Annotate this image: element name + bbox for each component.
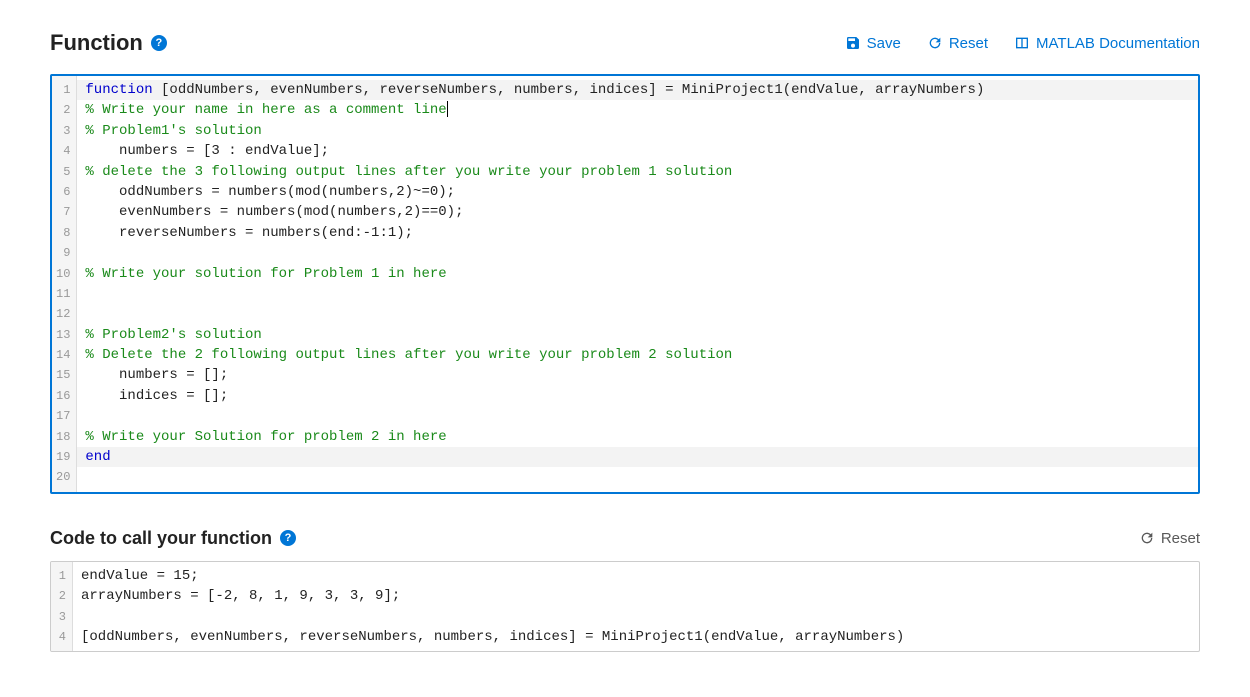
code-line[interactable]: numbers = []; <box>77 365 1198 385</box>
gutter-line-number: 18 <box>56 427 70 447</box>
code-token: [oddNumbers, evenNumbers, reverseNumbers… <box>153 82 985 98</box>
code-line[interactable]: % Write your name in here as a comment l… <box>77 100 1198 120</box>
code-line[interactable] <box>77 284 1198 304</box>
gutter-line-number: 4 <box>55 627 66 647</box>
code-line[interactable]: numbers = [3 : endValue]; <box>77 141 1198 161</box>
book-icon <box>1014 35 1030 51</box>
gutter-line-number: 1 <box>56 80 70 100</box>
help-icon[interactable]: ? <box>280 530 296 546</box>
call-title: Code to call your function <box>50 528 272 549</box>
code-token: % Write your name in here as a comment l… <box>85 102 446 118</box>
code-token: [oddNumbers, evenNumbers, reverseNumbers… <box>81 629 904 645</box>
gutter-line-number: 3 <box>56 121 70 141</box>
function-gutter: 1234567891011121314151617181920 <box>52 76 77 492</box>
code-line[interactable]: endValue = 15; <box>73 566 1199 586</box>
function-header: Function ? Save Reset MATLAB Documentati… <box>50 30 1200 56</box>
call-reset-button[interactable]: Reset <box>1139 530 1200 547</box>
reset-button[interactable]: Reset <box>927 35 988 52</box>
call-title-wrap: Code to call your function ? <box>50 528 296 549</box>
gutter-line-number: 16 <box>56 386 70 406</box>
code-line[interactable]: % Delete the 2 following output lines af… <box>77 345 1198 365</box>
call-header: Code to call your function ? Reset <box>50 528 1200 549</box>
code-token: numbers = []; <box>85 367 228 383</box>
code-token: % Write your Solution for problem 2 in h… <box>85 429 446 445</box>
gutter-line-number: 14 <box>56 345 70 365</box>
call-code-editor[interactable]: 1234 endValue = 15; arrayNumbers = [-2, 8… <box>50 561 1200 653</box>
code-line[interactable]: % Write your Solution for problem 2 in h… <box>77 427 1198 447</box>
reset-icon <box>927 35 943 51</box>
gutter-line-number: 12 <box>56 304 70 324</box>
code-line[interactable] <box>77 243 1198 263</box>
code-line[interactable]: arrayNumbers = [-2, 8, 1, 9, 3, 3, 9]; <box>73 586 1199 606</box>
code-line[interactable]: indices = []; <box>77 386 1198 406</box>
function-code-editor[interactable]: 1234567891011121314151617181920 function… <box>50 74 1200 494</box>
code-token: function <box>85 82 152 98</box>
code-line[interactable]: oddNumbers = numbers(mod(numbers,2)~=0); <box>77 182 1198 202</box>
gutter-line-number: 11 <box>56 284 70 304</box>
save-icon <box>845 35 861 51</box>
code-token: % Problem2's solution <box>85 327 261 343</box>
gutter-line-number: 5 <box>56 162 70 182</box>
gutter-line-number: 1 <box>55 566 66 586</box>
code-token: % Delete the 2 following output lines af… <box>85 347 732 363</box>
gutter-line-number: 3 <box>55 607 66 627</box>
code-token: indices = []; <box>85 388 228 404</box>
gutter-line-number: 2 <box>56 100 70 120</box>
code-line[interactable]: % delete the 3 following output lines af… <box>77 162 1198 182</box>
gutter-line-number: 7 <box>56 202 70 222</box>
function-actions: Save Reset MATLAB Documentation <box>845 35 1200 52</box>
gutter-line-number: 4 <box>56 141 70 161</box>
code-token: % Write your solution for Problem 1 in h… <box>85 266 446 282</box>
code-token: endValue = 15; <box>81 568 199 584</box>
gutter-line-number: 19 <box>56 447 70 467</box>
code-line[interactable]: end <box>77 447 1198 467</box>
gutter-line-number: 20 <box>56 467 70 487</box>
code-token: arrayNumbers = [-2, 8, 1, 9, 3, 3, 9]; <box>81 588 400 604</box>
save-label: Save <box>867 35 901 52</box>
code-line[interactable] <box>77 467 1198 487</box>
call-reset-label: Reset <box>1161 530 1200 547</box>
reset-icon <box>1139 530 1155 546</box>
code-line[interactable] <box>77 406 1198 426</box>
gutter-line-number: 10 <box>56 264 70 284</box>
code-line[interactable]: evenNumbers = numbers(mod(numbers,2)==0)… <box>77 202 1198 222</box>
code-line[interactable]: function [oddNumbers, evenNumbers, rever… <box>77 80 1198 100</box>
function-title-wrap: Function ? <box>50 30 167 56</box>
call-code-lines[interactable]: endValue = 15; arrayNumbers = [-2, 8, 1, … <box>73 562 1199 652</box>
code-line[interactable] <box>73 607 1199 627</box>
code-token: reverseNumbers = numbers(end:-1:1); <box>85 225 413 241</box>
gutter-line-number: 2 <box>55 586 66 606</box>
code-token: % delete the 3 following output lines af… <box>85 164 732 180</box>
code-line[interactable]: % Problem1's solution <box>77 121 1198 141</box>
function-code-lines[interactable]: function [oddNumbers, evenNumbers, rever… <box>77 76 1198 492</box>
function-title: Function <box>50 30 143 56</box>
code-line[interactable]: % Problem2's solution <box>77 325 1198 345</box>
reset-label: Reset <box>949 35 988 52</box>
code-token: oddNumbers = numbers(mod(numbers,2)~=0); <box>85 184 455 200</box>
docs-button[interactable]: MATLAB Documentation <box>1014 35 1200 52</box>
gutter-line-number: 8 <box>56 223 70 243</box>
docs-label: MATLAB Documentation <box>1036 35 1200 52</box>
call-gutter: 1234 <box>51 562 73 652</box>
save-button[interactable]: Save <box>845 35 901 52</box>
code-token: numbers = [3 : endValue]; <box>85 143 329 159</box>
text-cursor <box>447 101 448 117</box>
code-token: % Problem1's solution <box>85 123 261 139</box>
help-icon[interactable]: ? <box>151 35 167 51</box>
code-line[interactable]: % Write your solution for Problem 1 in h… <box>77 264 1198 284</box>
code-token: evenNumbers = numbers(mod(numbers,2)==0)… <box>85 204 463 220</box>
code-line[interactable] <box>77 304 1198 324</box>
code-line[interactable]: [oddNumbers, evenNumbers, reverseNumbers… <box>73 627 1199 647</box>
code-line[interactable]: reverseNumbers = numbers(end:-1:1); <box>77 223 1198 243</box>
gutter-line-number: 13 <box>56 325 70 345</box>
code-token: end <box>85 449 110 465</box>
gutter-line-number: 9 <box>56 243 70 263</box>
gutter-line-number: 15 <box>56 365 70 385</box>
gutter-line-number: 17 <box>56 406 70 426</box>
gutter-line-number: 6 <box>56 182 70 202</box>
